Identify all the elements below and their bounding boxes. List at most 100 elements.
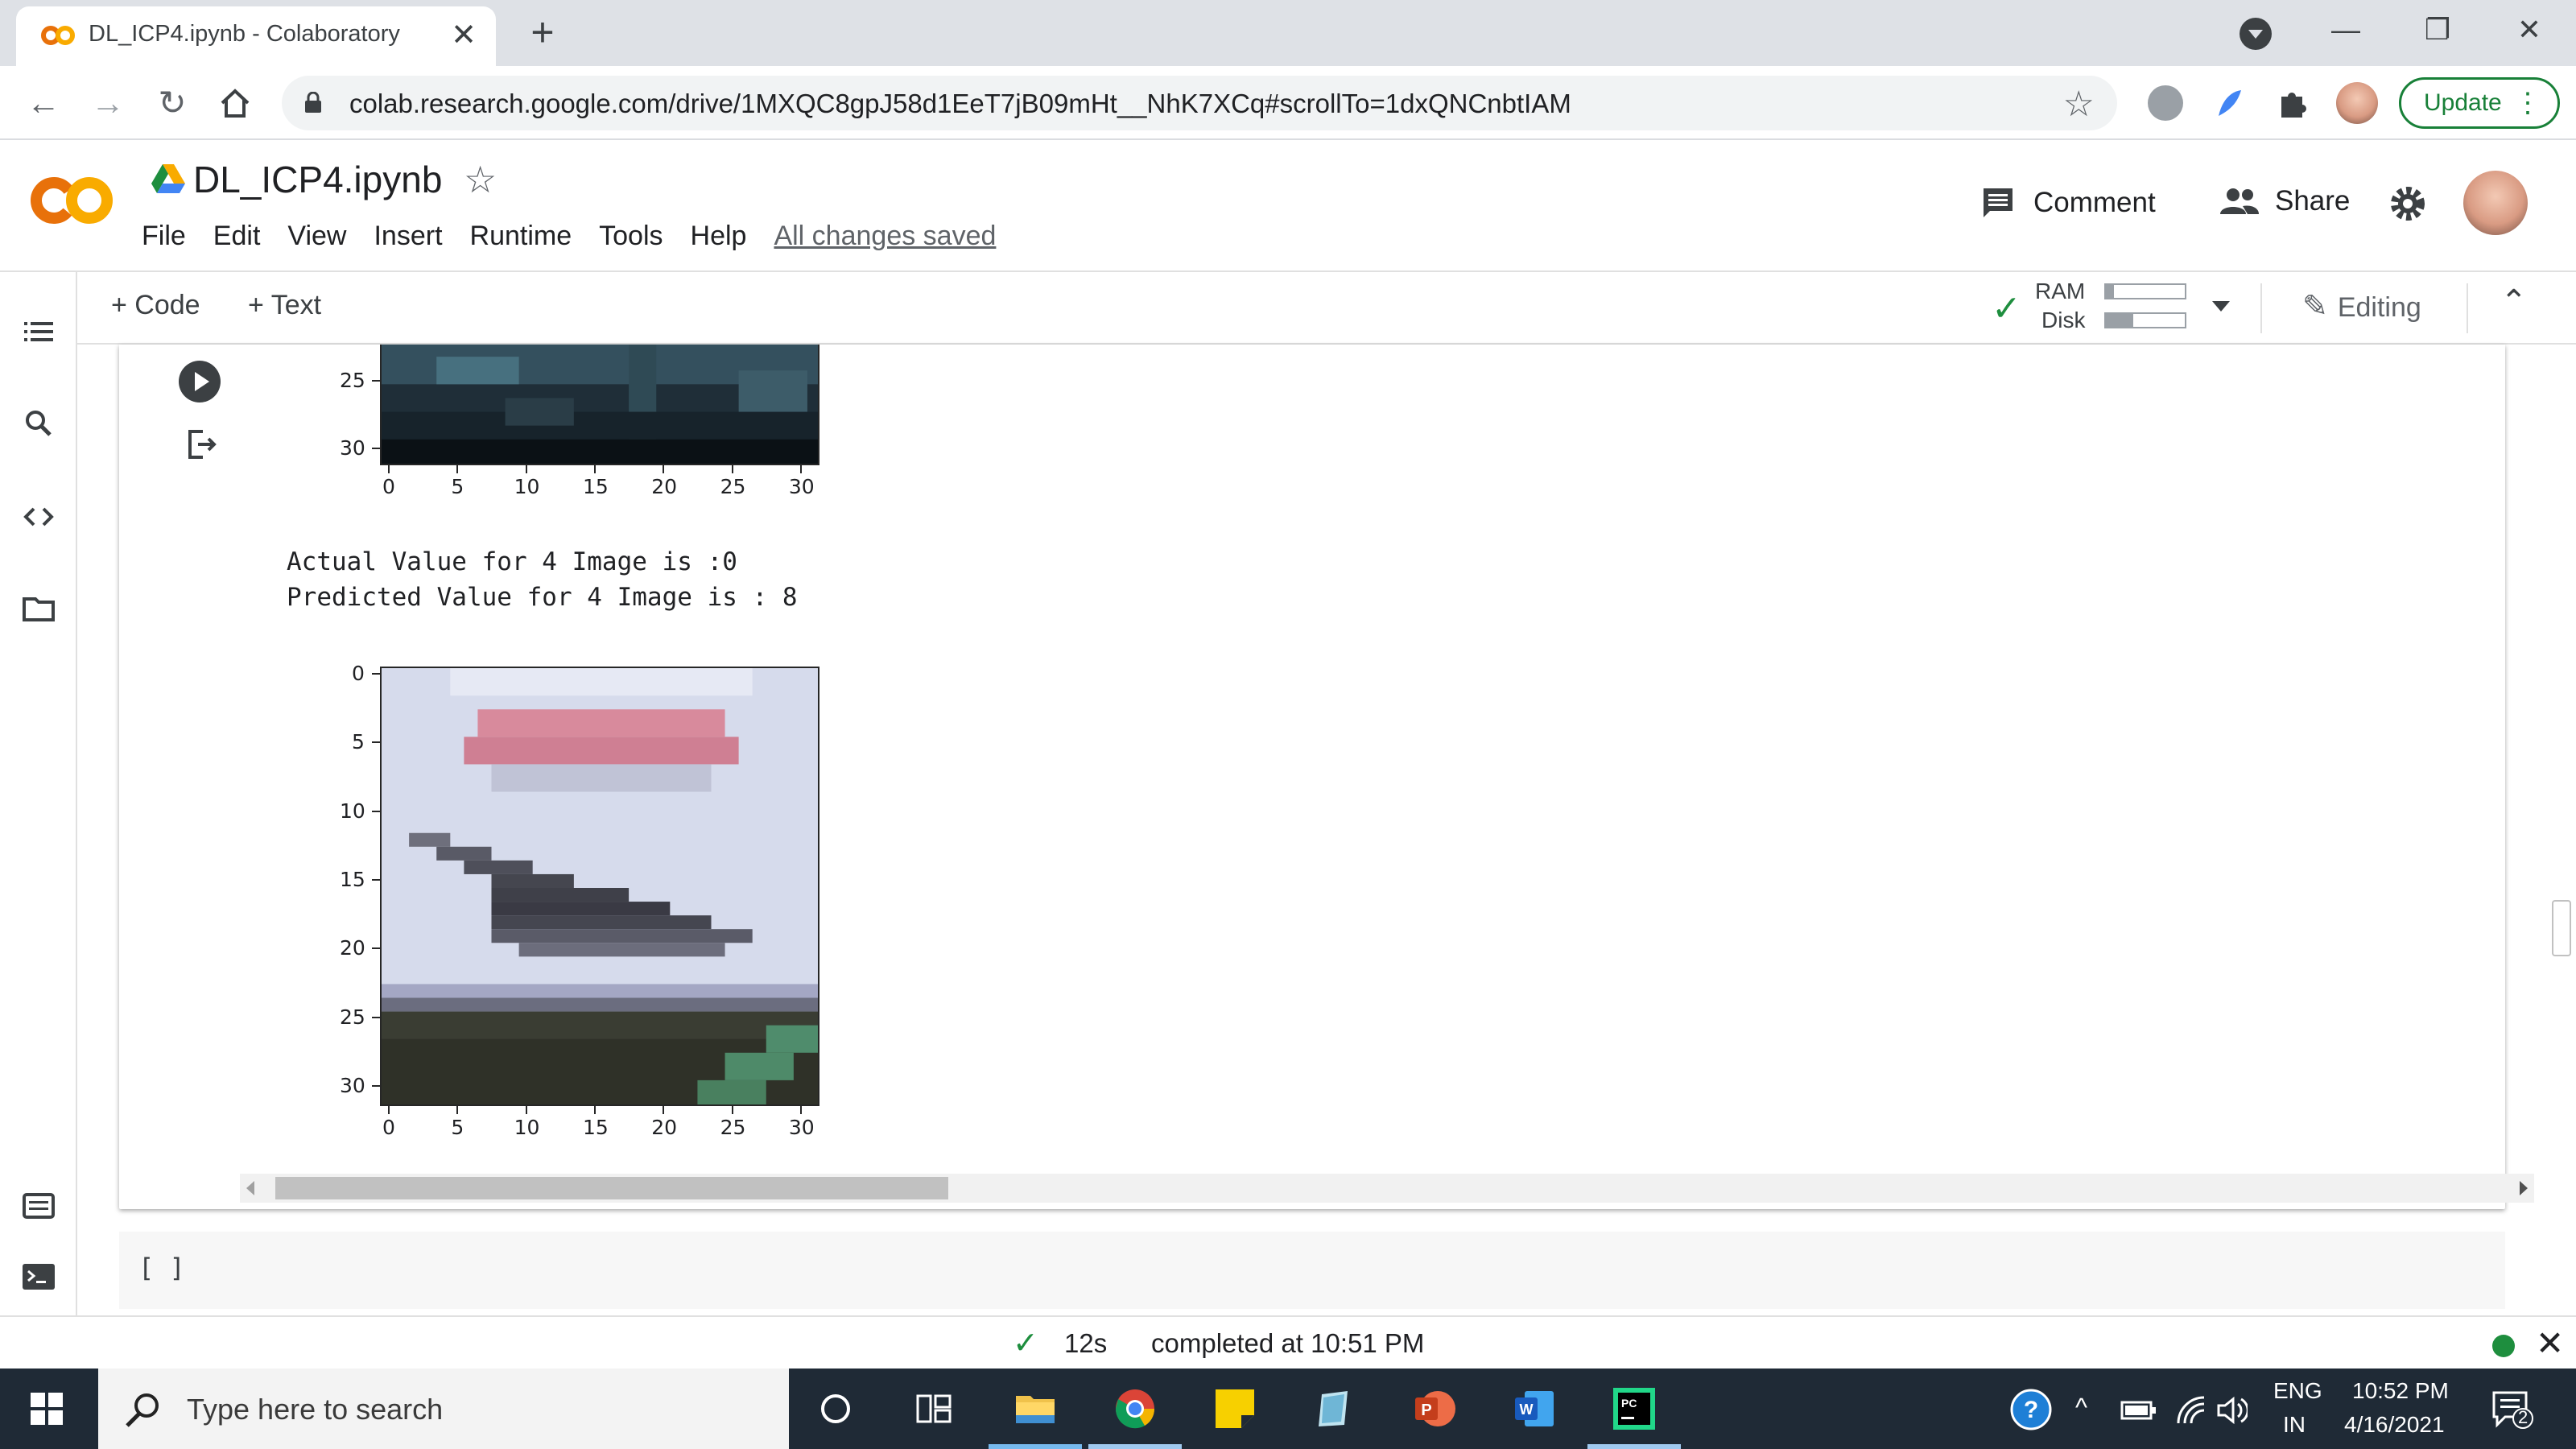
cortana-icon[interactable] — [813, 1386, 858, 1431]
close-window-button[interactable]: ✕ — [2505, 10, 2553, 50]
search-icon[interactable] — [21, 406, 56, 441]
app-icon[interactable] — [1312, 1386, 1357, 1431]
star-icon[interactable]: ☆ — [464, 158, 497, 201]
files-folder-icon[interactable] — [21, 591, 56, 626]
output-horizontal-scrollbar[interactable] — [240, 1174, 2534, 1203]
account-avatar[interactable] — [2463, 171, 2528, 235]
share-label: Share — [2275, 185, 2351, 217]
tab-close-icon[interactable]: ✕ — [448, 19, 480, 52]
update-label: Update — [2424, 89, 2502, 116]
add-text-button[interactable]: + Text — [248, 290, 321, 321]
clock-time[interactable]: 10:52 PM — [2352, 1378, 2449, 1404]
menu-view[interactable]: View — [287, 221, 346, 252]
colab-logo[interactable] — [27, 172, 116, 229]
y-tick-label: 15 — [340, 867, 365, 891]
powerpoint-icon[interactable]: P — [1412, 1386, 1457, 1431]
editing-mode-button[interactable]: ✎ Editing — [2302, 288, 2421, 324]
menu-tools[interactable]: Tools — [599, 221, 663, 252]
google-drive-icon[interactable] — [151, 164, 185, 195]
scroll-left-arrow-icon[interactable] — [246, 1181, 254, 1195]
command-palette-icon[interactable] — [21, 1188, 56, 1224]
close-status-icon[interactable]: ✕ — [2536, 1323, 2564, 1363]
toolbar-divider — [2260, 283, 2262, 333]
tab-search-icon[interactable] — [2240, 18, 2272, 50]
code-snippets-icon[interactable] — [21, 499, 56, 535]
show-hidden-icons-icon[interactable]: ^ — [2075, 1393, 2087, 1422]
resources-dropdown-icon[interactable] — [2212, 301, 2230, 312]
windows-start-icon[interactable] — [31, 1393, 63, 1425]
page-scrollbar[interactable] — [2547, 345, 2576, 1315]
colab-header: DL_ICP4.ipynb ☆ File Edit View Insert Ru… — [0, 140, 2576, 272]
x-tick-label: 20 — [651, 1116, 678, 1139]
chrome-icon[interactable] — [1113, 1386, 1158, 1431]
taskbar-search-box[interactable]: Type here to search — [98, 1368, 789, 1449]
collapse-header-icon[interactable]: ⌃ — [2500, 283, 2528, 320]
scroll-right-arrow-icon[interactable] — [2520, 1181, 2528, 1195]
url-text[interactable]: colab.research.google.com/drive/1MXQC8gp… — [349, 89, 1571, 119]
menu-help[interactable]: Help — [691, 221, 747, 252]
task-view-icon[interactable] — [911, 1386, 956, 1431]
windows-taskbar: Type here to search P W PC ? ^ ENG IN 10… — [0, 1368, 2576, 1449]
puzzle-extensions-icon[interactable] — [2275, 85, 2310, 121]
y-tick-label: 10 — [340, 799, 365, 823]
browser-tab[interactable]: DL_ICP4.ipynb - Colaboratory ✕ — [16, 6, 496, 66]
save-status-link[interactable]: All changes saved — [774, 221, 996, 252]
execution-duration[interactable]: 12s — [1064, 1328, 1107, 1359]
comment-button[interactable]: Comment — [1980, 185, 2156, 221]
maximize-button[interactable]: ❐ — [2413, 10, 2462, 50]
word-icon[interactable]: W — [1512, 1386, 1557, 1431]
pycharm-icon[interactable]: PC — [1612, 1386, 1657, 1431]
gear-icon[interactable] — [2388, 184, 2428, 224]
x-tick-mark — [456, 1106, 459, 1114]
menu-file[interactable]: File — [142, 221, 186, 252]
code-cell[interactable]: 25 30 0 5 10 15 20 25 30 Actual Value for 4 Im… — [119, 345, 2576, 1209]
add-code-button[interactable]: + Code — [111, 290, 200, 321]
back-arrow-icon[interactable]: ← — [24, 84, 63, 122]
volume-icon[interactable] — [2215, 1394, 2248, 1426]
disk-meter[interactable] — [2104, 312, 2186, 328]
language-indicator[interactable]: ENG — [2273, 1378, 2322, 1404]
feather-extension-icon[interactable] — [2211, 85, 2246, 121]
execution-status-text[interactable]: completed at 10:51 PM — [1151, 1328, 1424, 1359]
page-scroll-thumb[interactable] — [2552, 900, 2571, 956]
y-tick-mark — [372, 448, 380, 449]
share-button[interactable]: Share — [2219, 185, 2350, 217]
terminal-icon[interactable] — [21, 1259, 56, 1294]
help-icon[interactable]: ? — [2009, 1388, 2053, 1431]
notebook-title[interactable]: DL_ICP4.ipynb — [193, 158, 442, 201]
run-cell-button[interactable] — [179, 361, 221, 402]
connection-status-dot — [2492, 1335, 2515, 1357]
sticky-notes-icon[interactable] — [1212, 1386, 1257, 1431]
active-app-indicator — [1088, 1444, 1182, 1449]
file-explorer-icon[interactable] — [1013, 1386, 1058, 1431]
update-button[interactable]: Update ⋮ — [2399, 77, 2560, 129]
battery-icon[interactable] — [2120, 1397, 2157, 1422]
region-indicator[interactable]: IN — [2283, 1412, 2306, 1438]
extension-icon[interactable] — [2148, 85, 2183, 121]
forward-arrow-icon[interactable]: → — [89, 84, 127, 122]
wifi-icon[interactable] — [2175, 1394, 2207, 1426]
x-tick-mark — [799, 1106, 802, 1114]
horizontal-scroll-thumb[interactable] — [275, 1177, 948, 1199]
cell-execution-count: [ ] — [138, 1253, 185, 1283]
output-actions-icon[interactable] — [184, 427, 219, 462]
menu-runtime[interactable]: Runtime — [470, 221, 572, 252]
ram-meter[interactable] — [2104, 283, 2186, 299]
y-tick-label: 20 — [340, 936, 365, 960]
minimize-button[interactable]: — — [2322, 10, 2370, 50]
home-icon[interactable] — [217, 85, 253, 121]
clock-date[interactable]: 4/16/2021 — [2344, 1412, 2445, 1438]
profile-avatar[interactable] — [2336, 82, 2378, 124]
menu-insert[interactable]: Insert — [374, 221, 442, 252]
more-options-icon[interactable]: ⋮ — [2514, 80, 2541, 126]
empty-code-cell[interactable]: [ ] — [119, 1232, 2505, 1309]
new-tab-button[interactable]: + — [523, 12, 562, 53]
reload-icon[interactable]: ↻ — [153, 84, 192, 122]
address-bar[interactable]: colab.research.google.com/drive/1MXQC8gp… — [282, 76, 2117, 130]
menu-edit[interactable]: Edit — [213, 221, 261, 252]
bookmark-star-icon[interactable]: ☆ — [2063, 84, 2095, 125]
x-tick-mark — [593, 465, 596, 473]
table-of-contents-icon[interactable] — [21, 314, 56, 349]
y-tick-label: 25 — [340, 1005, 365, 1029]
browser-toolbar: ← → ↻ colab.research.google.com/drive/1M… — [0, 66, 2576, 140]
